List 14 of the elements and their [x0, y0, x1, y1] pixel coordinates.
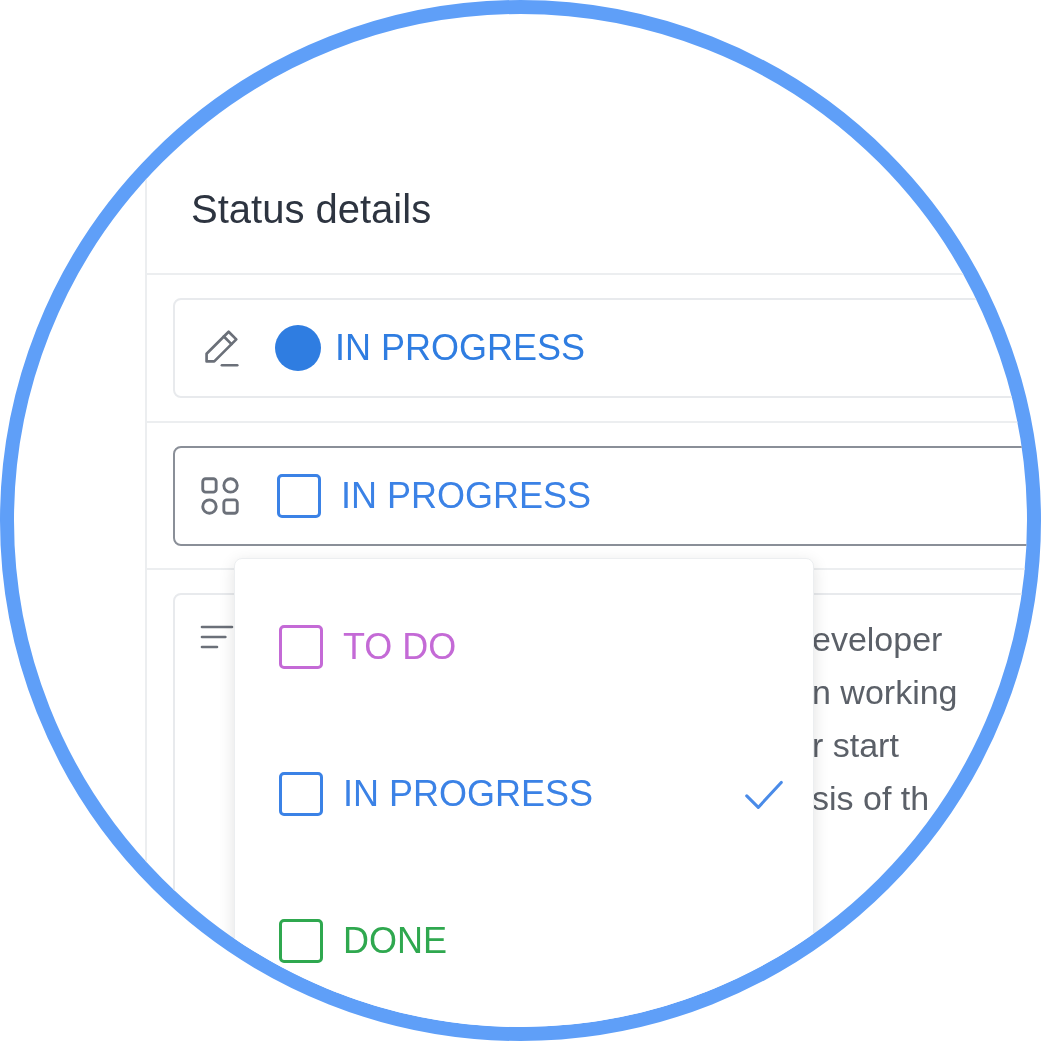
- status-option[interactable]: DONE: [235, 867, 813, 1014]
- status-option[interactable]: IN PROGRESS: [235, 720, 813, 867]
- description-line: sis of th: [812, 778, 931, 819]
- status-square-icon: [279, 624, 323, 669]
- select-value: IN PROGRESS: [341, 478, 592, 514]
- description-line: eveloper: [812, 619, 944, 660]
- status-square-icon: [279, 918, 323, 963]
- panel-title: Status details: [191, 189, 432, 229]
- status-option[interactable]: TO DO: [235, 573, 813, 720]
- description-line: n working: [812, 672, 958, 713]
- status-select[interactable]: IN PROGRESS: [173, 446, 1027, 546]
- status-square-icon: [279, 771, 323, 816]
- status-label: IN PROGRESS: [335, 330, 586, 366]
- description-line: r start: [812, 725, 900, 766]
